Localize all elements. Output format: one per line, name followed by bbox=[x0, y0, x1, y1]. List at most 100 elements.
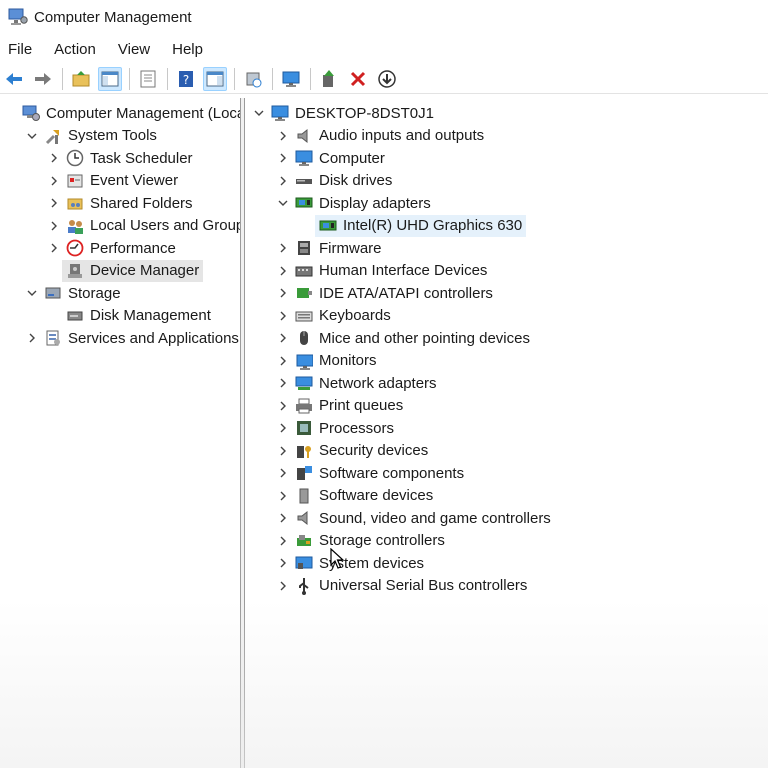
tree-item-content[interactable]: Network adapters bbox=[291, 372, 441, 394]
tree-item-content[interactable]: Intel(R) UHD Graphics 630 bbox=[315, 214, 527, 237]
tree-item[interactable]: Disk Management bbox=[46, 305, 215, 327]
tree-item[interactable]: Shared Folders bbox=[46, 192, 197, 214]
tree-item[interactable]: Monitors bbox=[275, 350, 381, 372]
help-icon[interactable]: ? bbox=[174, 67, 198, 91]
chevron-right-icon[interactable] bbox=[24, 327, 40, 349]
chevron-right-icon[interactable] bbox=[46, 170, 62, 192]
tree-item[interactable]: Performance bbox=[46, 237, 180, 259]
show-hide-console-tree-icon[interactable] bbox=[98, 66, 122, 91]
tree-item[interactable]: Security devices bbox=[275, 440, 432, 462]
tree-item[interactable]: Sound, video and game controllers bbox=[275, 507, 555, 529]
tree-item-content[interactable]: Processors bbox=[291, 417, 398, 439]
tree-item-content[interactable]: Computer bbox=[291, 147, 389, 169]
chevron-right-icon[interactable] bbox=[275, 305, 291, 327]
tree-item[interactable]: Processors bbox=[275, 417, 398, 439]
tree-item[interactable]: Mice and other pointing devices bbox=[275, 327, 534, 349]
tree-item-content[interactable]: System Tools bbox=[40, 125, 161, 147]
tree-item[interactable]: Display adapters bbox=[275, 192, 435, 214]
chevron-right-icon[interactable] bbox=[46, 192, 62, 214]
tree-item[interactable]: System devices bbox=[275, 552, 428, 574]
up-folder-icon[interactable] bbox=[69, 67, 93, 91]
chevron-right-icon[interactable] bbox=[275, 440, 291, 462]
chevron-right-icon[interactable] bbox=[275, 282, 291, 304]
chevron-down-icon[interactable] bbox=[251, 102, 267, 124]
update-driver-icon[interactable] bbox=[317, 67, 341, 91]
chevron-right-icon[interactable] bbox=[275, 395, 291, 417]
tree-item[interactable]: Local Users and Groups bbox=[46, 215, 240, 237]
tree-item-content[interactable]: Sound, video and game controllers bbox=[291, 507, 555, 529]
tree-item[interactable]: Device Manager bbox=[46, 259, 204, 282]
tree-item[interactable]: Software components bbox=[275, 462, 468, 484]
tree-item-content[interactable]: DESKTOP-8DST0J1 bbox=[267, 102, 438, 124]
forward-arrow-icon[interactable] bbox=[31, 67, 55, 91]
chevron-right-icon[interactable] bbox=[275, 350, 291, 372]
chevron-right-icon[interactable] bbox=[275, 170, 291, 192]
chevron-right-icon[interactable] bbox=[275, 237, 291, 259]
tree-item-content[interactable]: Display adapters bbox=[291, 192, 435, 214]
tree-item-content[interactable]: Software components bbox=[291, 462, 468, 484]
chevron-right-icon[interactable] bbox=[46, 147, 62, 169]
tree-item-content[interactable]: System devices bbox=[291, 552, 428, 574]
tree-item[interactable]: Audio inputs and outputs bbox=[275, 125, 488, 147]
tree-item-content[interactable]: Universal Serial Bus controllers bbox=[291, 575, 531, 597]
tree-item-content[interactable]: Disk Management bbox=[62, 305, 215, 327]
tree-item[interactable]: Network adapters bbox=[275, 372, 441, 394]
tree-item[interactable]: Computer bbox=[275, 147, 389, 169]
tree-item[interactable]: Disk drives bbox=[275, 170, 396, 192]
tree-item[interactable]: Keyboards bbox=[275, 305, 395, 327]
tree-item-content[interactable]: Disk drives bbox=[291, 170, 396, 192]
show-action-pane-icon[interactable] bbox=[203, 66, 227, 91]
menu-file[interactable]: File bbox=[8, 41, 32, 58]
menu-help[interactable]: Help bbox=[172, 41, 203, 58]
tree-item[interactable]: Services and Applications bbox=[24, 327, 240, 349]
tree-item-content[interactable]: Monitors bbox=[291, 350, 381, 372]
tree-item-content[interactable]: Event Viewer bbox=[62, 170, 182, 192]
tree-item[interactable]: Computer Management (Local bbox=[2, 102, 240, 124]
tree-item[interactable]: Software devices bbox=[275, 485, 437, 507]
tree-item-content[interactable]: Storage bbox=[40, 282, 125, 304]
tree-item[interactable]: System Tools bbox=[24, 125, 161, 147]
tree-item-content[interactable]: Human Interface Devices bbox=[291, 260, 491, 282]
tree-item-content[interactable]: Services and Applications bbox=[40, 327, 240, 349]
tree-item[interactable]: Event Viewer bbox=[46, 170, 182, 192]
tree-item[interactable]: Intel(R) UHD Graphics 630 bbox=[299, 214, 527, 237]
tree-item-content[interactable]: Task Scheduler bbox=[62, 147, 197, 169]
tree-item[interactable]: IDE ATA/ATAPI controllers bbox=[275, 282, 497, 304]
tree-item-content[interactable]: Keyboards bbox=[291, 305, 395, 327]
back-arrow-icon[interactable] bbox=[2, 67, 26, 91]
scan-hardware-icon[interactable] bbox=[241, 67, 265, 91]
tree-item-content[interactable]: Performance bbox=[62, 237, 180, 259]
chevron-right-icon[interactable] bbox=[275, 485, 291, 507]
tree-item-content[interactable]: Local Users and Groups bbox=[62, 215, 240, 237]
chevron-right-icon[interactable] bbox=[275, 147, 291, 169]
chevron-right-icon[interactable] bbox=[275, 260, 291, 282]
menu-view[interactable]: View bbox=[118, 41, 150, 58]
tree-item-content[interactable]: Mice and other pointing devices bbox=[291, 327, 534, 349]
tree-item[interactable]: Human Interface Devices bbox=[275, 260, 491, 282]
tree-item[interactable]: Task Scheduler bbox=[46, 147, 197, 169]
tree-item-content[interactable]: Device Manager bbox=[62, 259, 204, 282]
chevron-right-icon[interactable] bbox=[46, 237, 62, 259]
tree-item-content[interactable]: Firmware bbox=[291, 237, 386, 259]
tree-item[interactable]: Universal Serial Bus controllers bbox=[275, 575, 531, 597]
tree-item-content[interactable]: Software devices bbox=[291, 485, 437, 507]
tree-item[interactable]: Print queues bbox=[275, 395, 407, 417]
chevron-right-icon[interactable] bbox=[275, 575, 291, 597]
uninstall-device-icon[interactable] bbox=[346, 67, 370, 91]
tree-item-content[interactable]: Audio inputs and outputs bbox=[291, 125, 488, 147]
tree-item[interactable]: Firmware bbox=[275, 237, 386, 259]
chevron-right-icon[interactable] bbox=[275, 417, 291, 439]
monitor-icon[interactable] bbox=[279, 67, 303, 91]
tree-item[interactable]: Storage controllers bbox=[275, 530, 449, 552]
chevron-down-icon[interactable] bbox=[24, 282, 40, 304]
tree-item-content[interactable]: Computer Management (Local bbox=[18, 102, 240, 124]
chevron-right-icon[interactable] bbox=[275, 530, 291, 552]
tree-item-content[interactable]: Storage controllers bbox=[291, 530, 449, 552]
tree-item-content[interactable]: Shared Folders bbox=[62, 192, 197, 214]
properties-icon[interactable] bbox=[136, 67, 160, 91]
chevron-right-icon[interactable] bbox=[275, 552, 291, 574]
chevron-right-icon[interactable] bbox=[275, 507, 291, 529]
tree-item-content[interactable]: Security devices bbox=[291, 440, 432, 462]
tree-item-content[interactable]: Print queues bbox=[291, 395, 407, 417]
menu-action[interactable]: Action bbox=[54, 41, 96, 58]
